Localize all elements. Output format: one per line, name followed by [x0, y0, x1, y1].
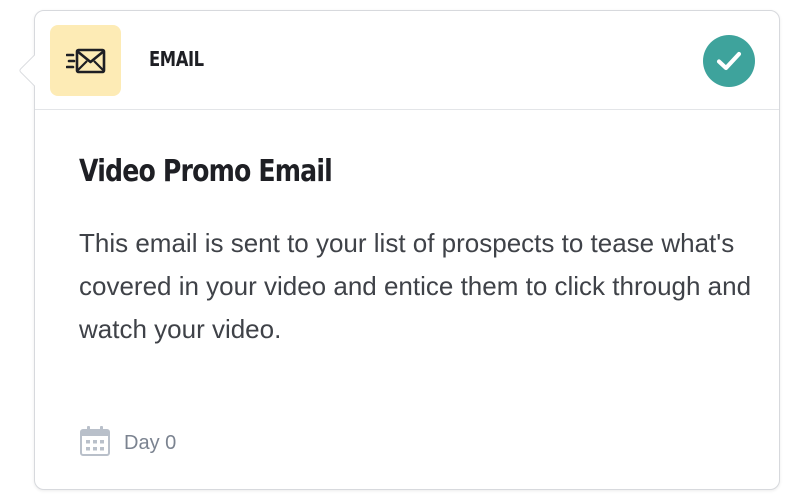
email-step-card[interactable]: EMAIL Video Promo Email This email is se… — [18, 10, 780, 490]
step-type-label: EMAIL — [149, 47, 204, 71]
calendar-icon — [79, 425, 111, 462]
check-circle-icon — [703, 35, 755, 87]
schedule-row: Day 0 — [79, 425, 176, 462]
envelope-fast-icon — [50, 25, 121, 96]
card-header: EMAIL — [35, 11, 779, 110]
schedule-day-label: Day 0 — [124, 432, 177, 454]
email-title: Video Promo Email — [79, 154, 333, 189]
email-description: This email is sent to your list of prosp… — [79, 228, 752, 344]
stage: EMAIL Video Promo Email This email is se… — [0, 0, 790, 496]
